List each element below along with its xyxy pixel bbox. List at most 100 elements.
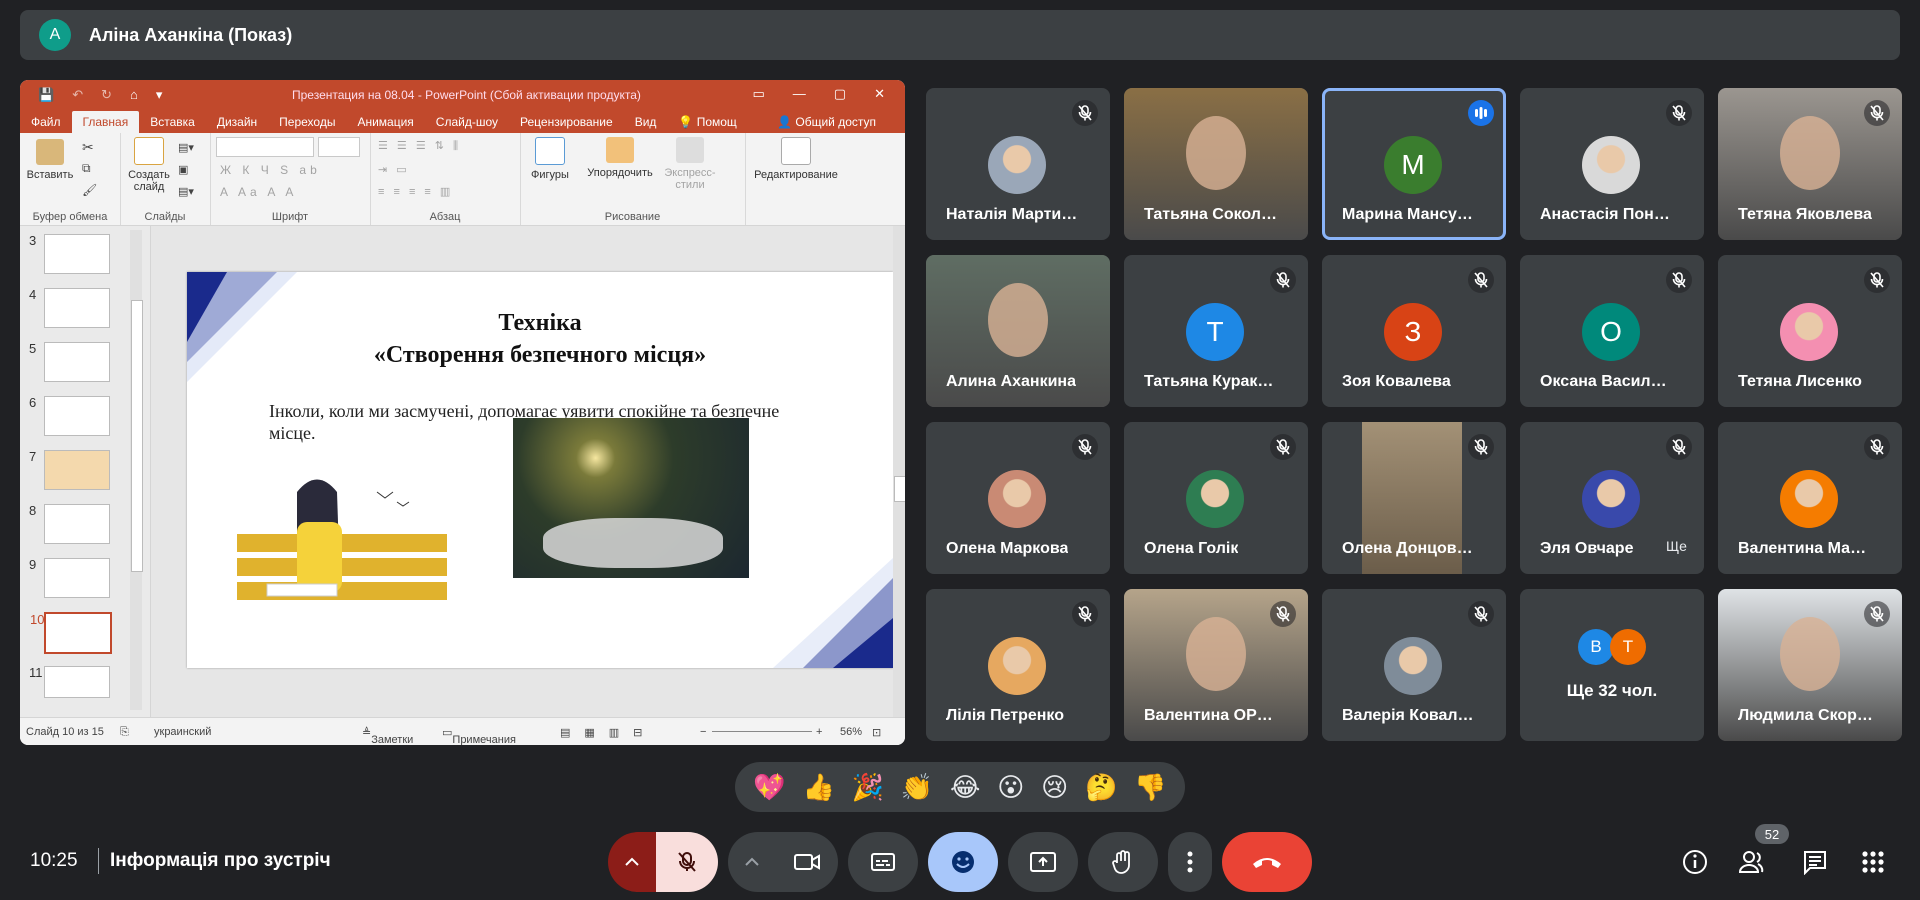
- format-painter-icon[interactable]: 🖌: [82, 183, 97, 197]
- participant-tile[interactable]: Наталія Марти…: [926, 88, 1110, 240]
- menu-review[interactable]: Рецензирование: [509, 111, 624, 133]
- audio-options-button[interactable]: [608, 832, 656, 892]
- participant-tile[interactable]: Валентина ОР…: [1124, 589, 1308, 741]
- zoom-level[interactable]: 56%: [840, 726, 862, 738]
- leave-call-button[interactable]: [1222, 832, 1312, 892]
- thumb-slide[interactable]: 9: [29, 557, 110, 598]
- menu-insert[interactable]: Вставка: [139, 111, 206, 133]
- shapes-button[interactable]: Фигуры: [524, 137, 576, 181]
- font-color-icons[interactable]: A Aa A A: [220, 185, 297, 199]
- participant-tile[interactable]: O Оксана Васил…: [1520, 255, 1704, 407]
- more-participants-tile[interactable]: B T Ще 32 чол.: [1520, 589, 1704, 741]
- menu-animation[interactable]: Анимация: [346, 111, 424, 133]
- thumbs-scrollbar[interactable]: [130, 230, 143, 710]
- font-name-input[interactable]: [216, 137, 314, 157]
- participant-tile[interactable]: З Зоя Ковалева: [1322, 255, 1506, 407]
- undo-icon[interactable]: ↶: [72, 87, 83, 103]
- menu-design[interactable]: Дизайн: [206, 111, 268, 133]
- participant-tile[interactable]: Валерія Ковал…: [1322, 589, 1506, 741]
- participant-tile[interactable]: Тетяна Лисенко: [1718, 255, 1902, 407]
- direction-icons[interactable]: ⇥ ▭: [378, 163, 410, 176]
- section-icon[interactable]: ▤▾: [178, 185, 194, 198]
- chat-button[interactable]: [1795, 842, 1835, 882]
- reaction-sad[interactable]: 😢: [1041, 772, 1068, 803]
- thumb-slide[interactable]: 7: [29, 449, 110, 490]
- save-icon[interactable]: 💾: [38, 87, 54, 103]
- slideshow-icon[interactable]: ⌂: [130, 87, 138, 103]
- thumb-slide[interactable]: 6: [29, 395, 110, 436]
- thumb-slide[interactable]: 4: [29, 287, 110, 328]
- comments-button[interactable]: ▭ Примечания: [442, 726, 516, 745]
- participant-tile[interactable]: Тетяна Яковлева: [1718, 88, 1902, 240]
- menu-transitions[interactable]: Переходы: [268, 111, 346, 133]
- canvas-scroll-thumb[interactable]: [894, 476, 905, 502]
- participant-tile[interactable]: Людмила Скор…: [1718, 589, 1902, 741]
- reactions-button[interactable]: [928, 832, 998, 892]
- reaction-surprised[interactable]: 😮: [997, 772, 1024, 803]
- new-slide-button[interactable]: Создать слайд: [124, 137, 174, 193]
- reaction-thumbs-down[interactable]: 👎: [1134, 772, 1166, 803]
- cut-icon[interactable]: ✂: [82, 139, 94, 156]
- thumb-slide-selected[interactable]: 10: [30, 612, 112, 654]
- express-styles-button[interactable]: Экспресс-стили: [660, 137, 720, 191]
- present-button[interactable]: [1008, 832, 1078, 892]
- participant-tile[interactable]: Татьяна Сокол…: [1124, 88, 1308, 240]
- share-button[interactable]: 👤 Общий доступ: [766, 111, 887, 133]
- people-button[interactable]: 52: [1733, 824, 1789, 882]
- zoom-in-icon[interactable]: +: [816, 726, 822, 738]
- thumb-slide[interactable]: 3: [29, 233, 110, 274]
- thumb-slide[interactable]: 5: [29, 341, 110, 382]
- menu-view[interactable]: Вид: [624, 111, 668, 133]
- participant-tile[interactable]: T Татьяна Курак…: [1124, 255, 1308, 407]
- reaction-thumbs-up[interactable]: 👍: [803, 772, 835, 803]
- font-size-input[interactable]: [318, 137, 360, 157]
- thumb-slide[interactable]: 8: [29, 503, 110, 544]
- participant-tile[interactable]: Олена Голік: [1124, 422, 1308, 574]
- menu-file[interactable]: Файл: [20, 111, 72, 133]
- meeting-details-button[interactable]: [1675, 842, 1715, 882]
- thumbs-scroll-thumb[interactable]: [131, 300, 143, 572]
- layout-icon[interactable]: ▤▾: [178, 141, 194, 154]
- menu-help[interactable]: 💡 Помощ: [667, 111, 747, 133]
- reaction-heart[interactable]: 💖: [753, 772, 785, 803]
- zoom-slider[interactable]: [712, 731, 812, 732]
- reaction-thinking[interactable]: 🤔: [1085, 772, 1117, 803]
- activities-button[interactable]: [1853, 842, 1893, 882]
- editing-button[interactable]: Редактирование: [751, 137, 841, 181]
- meeting-info[interactable]: Інформація про зустріч: [110, 850, 331, 872]
- fit-slide-icon[interactable]: ⊡: [872, 726, 881, 739]
- minimize-icon[interactable]: —: [793, 86, 806, 102]
- reset-icon[interactable]: ▣: [178, 163, 188, 176]
- paste-button[interactable]: Вставить: [26, 139, 74, 181]
- zoom-out-icon[interactable]: −: [700, 726, 706, 738]
- reaction-laugh[interactable]: 😂: [950, 772, 980, 803]
- reaction-party[interactable]: 🎉: [852, 772, 884, 803]
- raise-hand-button[interactable]: [1088, 832, 1158, 892]
- notes-button[interactable]: ≜ Заметки: [362, 726, 413, 745]
- language[interactable]: украинский: [154, 726, 211, 738]
- reaction-clap[interactable]: 👏: [901, 772, 933, 803]
- camera-toggle-button[interactable]: [776, 832, 838, 892]
- customize-icon[interactable]: ▾: [156, 87, 163, 103]
- video-options-button[interactable]: [728, 832, 776, 892]
- close-icon[interactable]: ✕: [874, 86, 885, 102]
- mic-toggle-button[interactable]: [656, 832, 718, 892]
- list-icons[interactable]: ☰ ☰ ☰ ⇅ ⫼: [378, 139, 461, 153]
- more-options-button[interactable]: [1168, 832, 1212, 892]
- participant-tile[interactable]: Алина Аханкина: [926, 255, 1110, 407]
- canvas-scrollbar[interactable]: [893, 226, 905, 718]
- font-format-icons[interactable]: Ж К Ч S ab: [220, 163, 321, 177]
- captions-button[interactable]: [848, 832, 918, 892]
- view-icons[interactable]: ▤▦▥⊟: [560, 726, 656, 739]
- spellcheck-icon[interactable]: ⎘: [120, 726, 129, 739]
- participant-tile[interactable]: M Марина Мансу…: [1322, 88, 1506, 240]
- thumb-slide[interactable]: 11: [29, 665, 110, 698]
- copy-icon[interactable]: ⧉: [82, 161, 91, 176]
- menu-slideshow[interactable]: Слайд-шоу: [425, 111, 509, 133]
- menu-home[interactable]: Главная: [71, 111, 140, 133]
- participant-tile[interactable]: Олена Донцов…: [1322, 422, 1506, 574]
- maximize-icon[interactable]: ▢: [834, 86, 846, 102]
- participant-tile[interactable]: Эля Овчаре Ще: [1520, 422, 1704, 574]
- arrange-button[interactable]: Упорядочить: [580, 137, 660, 179]
- participant-tile[interactable]: Олена Маркова: [926, 422, 1110, 574]
